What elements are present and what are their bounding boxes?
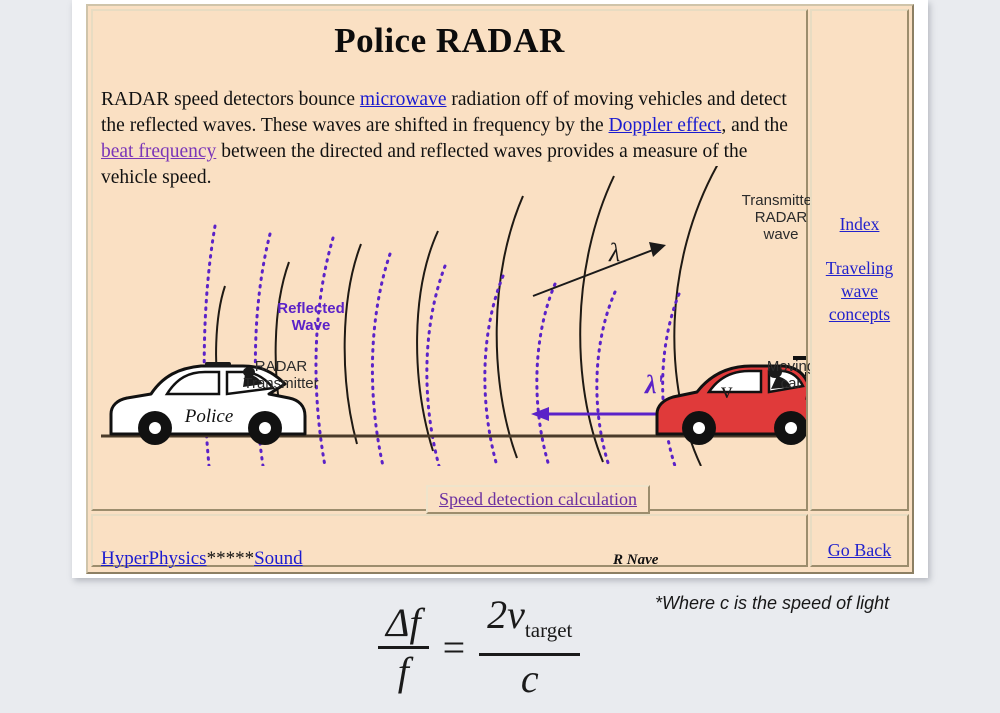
go-back-cell: Go Back — [810, 514, 909, 567]
formula-left-fraction: Δf f — [378, 600, 429, 695]
reflected-wavefront-3 — [314, 236, 335, 468]
intro-text-3: , and the — [721, 115, 788, 136]
footer-stars: ***** — [206, 548, 255, 569]
transmitted-wavefront-6 — [579, 175, 615, 463]
formula-f: f — [378, 645, 429, 695]
sidebar-cell: Index Traveling wave concepts — [810, 9, 909, 511]
radar-diagram: Police Transmitted RADAR wave Reflected … — [93, 163, 841, 468]
slide-canvas: Police RADAR RADAR speed detectors bounc… — [72, 0, 928, 578]
formula-2v: 2v — [487, 592, 525, 637]
hyperphysics-table: Police RADAR RADAR speed detectors bounc… — [86, 4, 914, 574]
formula-equals: = — [442, 624, 466, 670]
reflected-wavefront-8 — [595, 290, 617, 468]
reflected-wavefront-4 — [370, 252, 392, 468]
link-beat-frequency[interactable]: beat frequency — [101, 141, 216, 162]
police-car-text: Police — [184, 406, 234, 427]
intro-text-1: RADAR speed detectors bounce — [101, 89, 360, 110]
label-lambda: λ — [609, 238, 621, 267]
page-title: Police RADAR — [334, 21, 565, 60]
formula-right-fraction: 2vtarget c — [479, 592, 581, 702]
sidebar-item-traveling-wave-concepts[interactable]: Traveling wave concepts — [812, 257, 907, 326]
label-reflected-wave: Reflected Wave — [277, 300, 345, 334]
footer-links: HyperPhysics*****Sound — [101, 548, 303, 570]
label-velocity: v — [721, 378, 733, 403]
transmitted-wavefront-5 — [495, 195, 524, 459]
link-hyperphysics[interactable]: HyperPhysics — [101, 548, 207, 569]
footer-cell: HyperPhysics*****Sound R Nave — [91, 514, 808, 570]
link-speed-detection-calculation[interactable]: Speed detection calculation — [439, 487, 637, 512]
speed-detection-calculation-box[interactable]: Speed detection calculation — [426, 485, 650, 514]
main-content-cell: Police RADAR RADAR speed detectors bounc… — [91, 9, 841, 514]
label-radar-transmitter: RADAR Transmitter — [243, 358, 319, 392]
reflected-wavefront-7 — [535, 282, 557, 468]
link-sound[interactable]: Sound — [254, 548, 303, 569]
author-credit: R Nave — [613, 552, 659, 568]
formula-target-subscript: target — [524, 618, 573, 642]
link-microwave[interactable]: microwave — [360, 89, 447, 110]
formula-delta-f: Δf — [386, 599, 421, 645]
sidebar-item-index[interactable]: Index — [812, 213, 907, 236]
lambda-arrow — [532, 242, 666, 297]
doppler-formula: Δf f = 2vtarget c — [378, 592, 581, 702]
formula-note: *Where c is the speed of light — [655, 593, 890, 613]
link-go-back[interactable]: Go Back — [812, 540, 907, 561]
link-doppler-effect[interactable]: Doppler effect — [609, 115, 722, 136]
formula-c: c — [479, 653, 581, 702]
radar-diagram-svg: Police — [101, 163, 841, 468]
formula-two-v-target: 2vtarget — [479, 592, 580, 653]
label-lambda-prime: λ' — [645, 370, 664, 399]
transmitted-wavefront-3 — [343, 243, 362, 445]
